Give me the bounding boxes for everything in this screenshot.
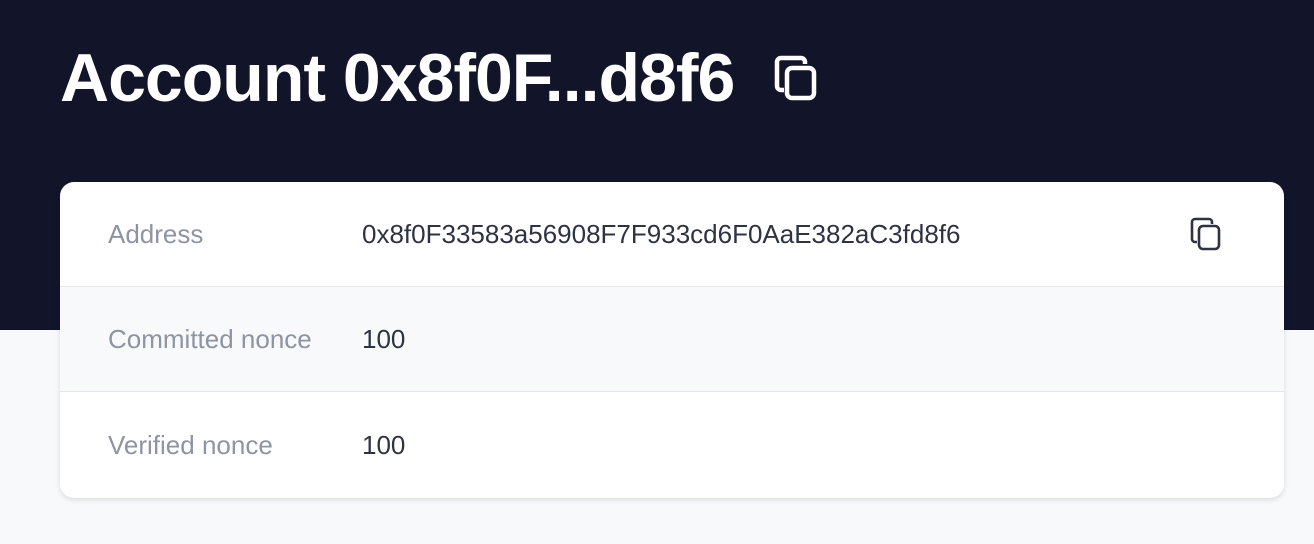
copy-address-icon[interactable] — [1186, 214, 1226, 254]
detail-row-address: Address 0x8f0F33583a56908F7F933cd6F0AaE3… — [60, 182, 1284, 287]
verified-nonce-value: 100 — [362, 429, 406, 460]
account-page: Account 0x8f0F...d8f6 Address 0x8f0F3358… — [0, 0, 1314, 544]
page-title: Account 0x8f0F...d8f6 — [60, 40, 735, 116]
detail-row-committed-nonce: Committed nonce 100 — [60, 287, 1284, 392]
address-label: Address — [108, 218, 204, 249]
title-row: Account 0x8f0F...d8f6 — [60, 36, 820, 120]
verified-nonce-label: Verified nonce — [108, 429, 273, 460]
account-details-card: Address 0x8f0F33583a56908F7F933cd6F0AaE3… — [60, 182, 1284, 498]
committed-nonce-label: Committed nonce — [108, 323, 312, 354]
address-value: 0x8f0F33583a56908F7F933cd6F0AaE382aC3fd8… — [362, 218, 961, 249]
detail-row-verified-nonce: Verified nonce 100 — [60, 392, 1284, 498]
committed-nonce-value: 100 — [362, 323, 406, 354]
copy-icon[interactable] — [772, 54, 820, 102]
